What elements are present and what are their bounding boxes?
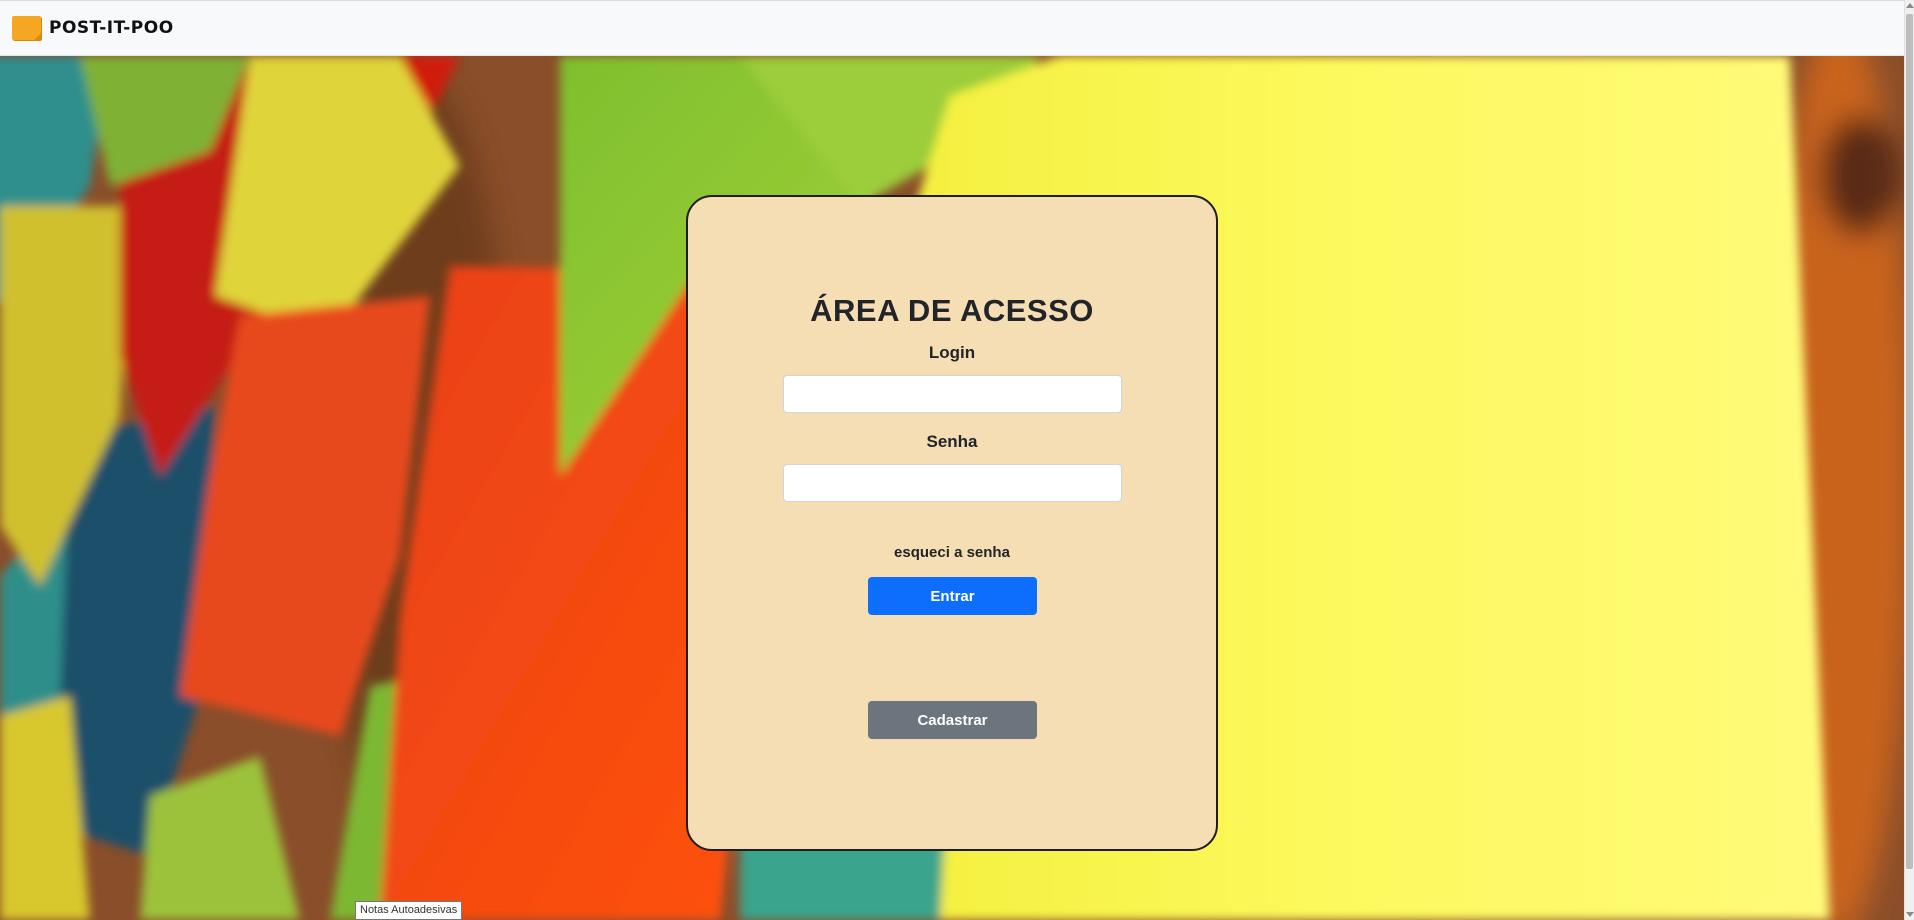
senha-label: Senha — [926, 432, 978, 451]
vertical-scrollbar[interactable] — [1904, 0, 1914, 920]
login-input[interactable] — [783, 375, 1122, 413]
brand-link[interactable]: POST-IT-POO — [12, 16, 174, 40]
login-label: Login — [928, 343, 976, 362]
cadastrar-button[interactable]: Cadastrar — [868, 701, 1037, 739]
scroll-up-arrow-icon[interactable] — [1906, 3, 1914, 8]
sticky-note-icon — [12, 16, 41, 40]
login-card: ÁREA DE ACESSO Login Senha esqueci a sen… — [686, 195, 1218, 851]
senha-input[interactable] — [783, 464, 1122, 502]
brand-name: POST-IT-POO — [49, 18, 174, 38]
scroll-thumb[interactable] — [1906, 14, 1913, 869]
top-navbar: POST-IT-POO — [0, 0, 1904, 56]
entrar-button[interactable]: Entrar — [868, 577, 1037, 615]
forgot-password-link[interactable]: esqueci a senha — [688, 544, 1216, 561]
scroll-down-arrow-icon[interactable] — [1906, 912, 1914, 917]
login-title: ÁREA DE ACESSO — [810, 293, 1094, 328]
image-tooltip: Notas Autoadesivas — [355, 901, 463, 920]
